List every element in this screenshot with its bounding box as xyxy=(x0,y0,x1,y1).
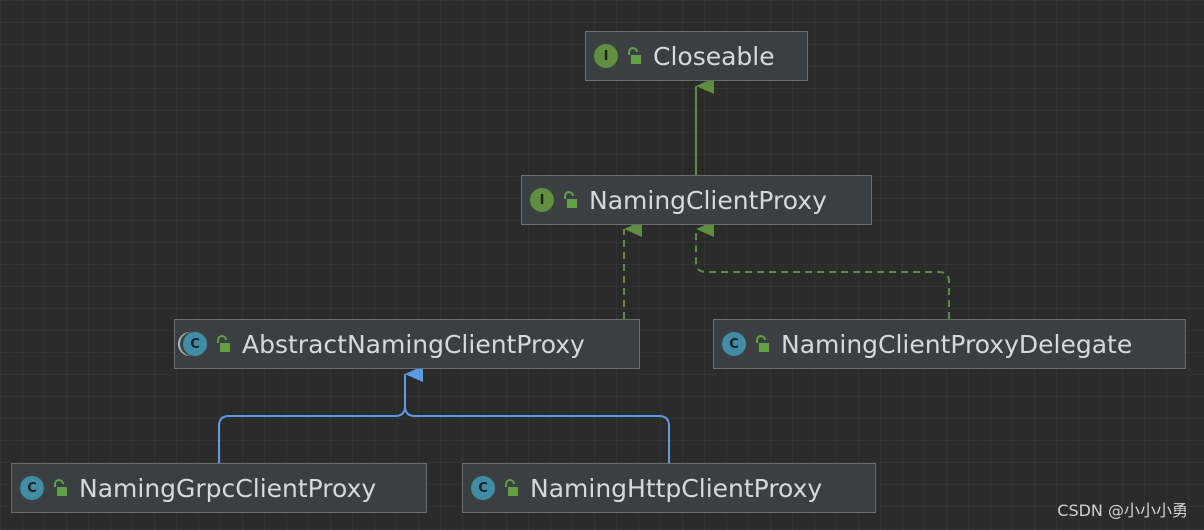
edge-namingclientproxydelegate-namingclientproxy xyxy=(695,221,950,319)
lock-open-icon xyxy=(564,191,577,208)
abstract-class-icon: C xyxy=(183,332,207,356)
node-label: NamingClientProxyDelegate xyxy=(781,329,1133,359)
class-icon: C xyxy=(20,476,44,500)
node-namingclientproxy[interactable]: I NamingClientProxy xyxy=(521,175,872,225)
node-abstractnamingclientproxy[interactable]: C AbstractNamingClientProxy xyxy=(174,319,640,369)
lock-open-icon xyxy=(54,479,67,496)
lock-open-icon xyxy=(505,479,518,496)
node-naminghttpclientproxy[interactable]: C NamingHttpClientProxy xyxy=(462,463,876,513)
node-label: AbstractNamingClientProxy xyxy=(242,329,585,359)
lock-open-icon xyxy=(628,47,641,64)
interface-icon: I xyxy=(594,44,618,68)
edge-naminggrpcclientproxy-abstractnamingclientproxy xyxy=(218,366,423,463)
node-label: NamingGrpcClientProxy xyxy=(79,473,377,503)
class-icon: C xyxy=(471,476,495,500)
node-label: Closeable xyxy=(653,41,775,71)
uml-class-diagram: I Closeable I NamingClientProxy C Abstra… xyxy=(0,0,1204,530)
lock-open-icon xyxy=(756,335,769,352)
node-namingclientproxydelegate[interactable]: C NamingClientProxyDelegate xyxy=(713,319,1186,369)
lock-open-icon xyxy=(217,335,230,352)
class-icon: C xyxy=(722,332,746,356)
node-closeable[interactable]: I Closeable xyxy=(585,31,808,81)
node-label: NamingClientProxy xyxy=(589,185,827,215)
interface-icon: I xyxy=(530,188,554,212)
node-naminggrpcclientproxy[interactable]: C NamingGrpcClientProxy xyxy=(11,463,427,513)
watermark: CSDN @小小小勇 xyxy=(1057,501,1188,520)
node-label: NamingHttpClientProxy xyxy=(530,473,823,503)
edge-naminghttpclientproxy-abstractnamingclientproxy xyxy=(404,366,670,463)
